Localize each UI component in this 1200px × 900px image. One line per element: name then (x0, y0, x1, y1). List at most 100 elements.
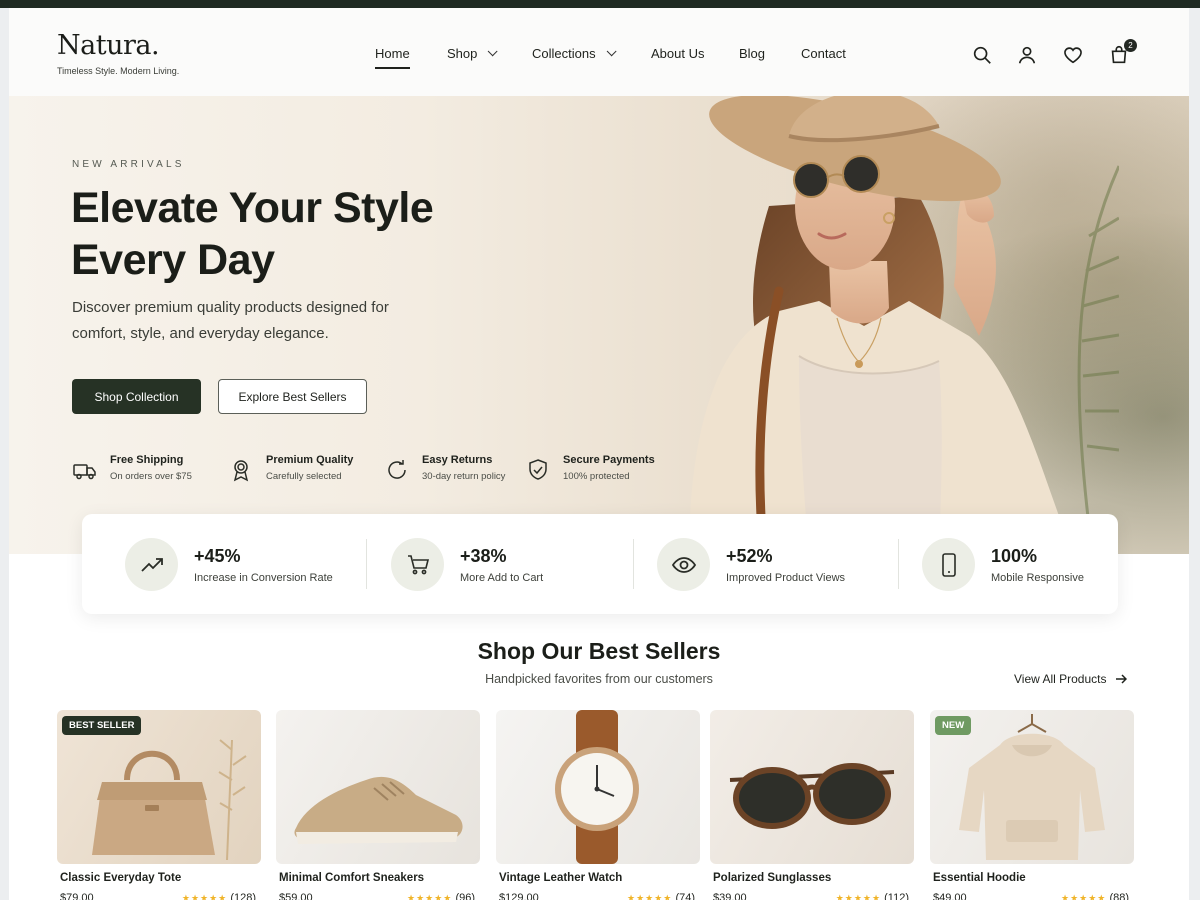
hero-title: Elevate Your Style Every Day (71, 182, 434, 286)
nav-home-label: Home (375, 46, 410, 61)
hero-title-line1: Elevate Your Style (71, 184, 434, 232)
feature-title: Premium Quality (266, 454, 354, 466)
stat-icon-wrap (922, 538, 975, 591)
product-meta: $49.00 ★★★★★ (88) (933, 892, 1129, 900)
feature-title: Free Shipping (110, 454, 184, 466)
product-image[interactable] (276, 710, 480, 864)
product-meta: $79.00 ★★★★★ (128) (60, 892, 256, 900)
trending-up-icon (140, 557, 163, 572)
nav-collections[interactable]: Collections (532, 46, 617, 61)
hero-banner: NEW ARRIVALS Elevate Your Style Every Da… (9, 96, 1189, 554)
product-card[interactable]: Minimal Comfort Sneakers $59.00 ★★★★★ (9… (276, 710, 480, 900)
stat-icon-wrap (391, 538, 444, 591)
eye-icon (671, 556, 696, 573)
cart-count-badge: 2 (1124, 39, 1137, 52)
hero-model-image (689, 96, 1119, 554)
user-icon[interactable] (1016, 44, 1038, 66)
product-name[interactable]: Polarized Sunglasses (713, 872, 914, 884)
product-price: $49.00 (933, 892, 967, 900)
stat-label: Improved Product Views (726, 571, 846, 584)
nav-about[interactable]: About Us (651, 46, 704, 61)
product-price: $129.00 (499, 892, 539, 900)
stat-label: Mobile Responsive (991, 571, 1084, 584)
product-card[interactable]: BEST SELLER Classic Everyday Tote $79.00… (57, 710, 261, 900)
top-strip (0, 0, 1200, 8)
cart-icon (407, 554, 429, 574)
sneaker-image (294, 776, 463, 844)
nav-blog[interactable]: Blog (739, 46, 765, 61)
rating-stars-icon: ★★★★★ (181, 893, 228, 900)
feature-title: Secure Payments (563, 454, 655, 466)
cart-icon[interactable]: 2 (1108, 39, 1137, 66)
logo[interactable]: Natura. (57, 30, 160, 61)
shop-collection-button[interactable]: Shop Collection (72, 379, 201, 414)
stat-value: +45% (194, 545, 241, 566)
rating-stars-icon: ★★★★★ (407, 893, 453, 900)
feature-subtitle: 100% protected (563, 471, 630, 482)
product-image[interactable] (710, 710, 914, 864)
stat-icon-wrap (657, 538, 710, 591)
nav-about-label: About Us (651, 46, 705, 61)
sunglasses-image (729, 763, 895, 829)
stat-value: +38% (460, 545, 507, 566)
feature-easy-returns: Easy Returns 30-day return policy (384, 454, 505, 483)
view-all-products-link[interactable]: View All Products (1014, 672, 1127, 686)
stat-divider (366, 539, 367, 589)
stat-divider (898, 539, 899, 589)
stat-label: More Add to Cart (460, 571, 544, 584)
stats-bar: +45% Increase in Conversion Rate +38% Mo… (82, 514, 1118, 614)
rating-stars-icon: ★★★★★ (627, 893, 673, 900)
feature-subtitle: 30-day return policy (422, 471, 506, 482)
product-card[interactable]: Vintage Leather Watch $129.00 ★★★★★ (74) (496, 710, 700, 900)
nav-home[interactable]: Home (375, 46, 410, 69)
product-image[interactable] (496, 710, 700, 864)
stat-icon-wrap (125, 538, 178, 591)
page-frame: Natura. Timeless Style. Modern Living. H… (9, 8, 1189, 900)
stat-label: Increase in Conversion Rate (194, 571, 333, 584)
tagline: Timeless Style. Modern Living. (57, 66, 180, 76)
feature-title: Easy Returns (422, 454, 493, 466)
truck-icon (73, 464, 96, 480)
shield-check-icon (529, 459, 547, 480)
product-image[interactable]: BEST SELLER (57, 710, 261, 864)
view-all-label: View All Products (1014, 672, 1107, 686)
nav-shop-label: Shop (447, 46, 478, 61)
section-subtitle: Handpicked favorites from our customers (485, 672, 713, 686)
rating-stars-icon: ★★★★★ (1061, 893, 1107, 900)
product-meta: $39.00 ★★★★★ (112) (713, 892, 909, 900)
stat-add-to-cart: +38% More Add to Cart (391, 538, 543, 591)
product-card[interactable]: Polarized Sunglasses $39.00 ★★★★★ (112) (710, 710, 914, 900)
product-image[interactable]: NEW (930, 710, 1134, 864)
product-price: $79.00 (60, 892, 94, 900)
stat-value: +52% (726, 545, 773, 566)
hero-subtitle-line2: comfort, style, and everyday elegance. (72, 325, 329, 342)
arrow-right-icon (1115, 674, 1127, 684)
product-name[interactable]: Essential Hoodie (933, 872, 1134, 884)
stat-divider (633, 539, 634, 589)
product-name[interactable]: Vintage Leather Watch (499, 872, 700, 884)
nav-shop[interactable]: Shop (447, 46, 498, 61)
section-title: Shop Our Best Sellers (477, 638, 721, 664)
product-name[interactable]: Minimal Comfort Sneakers (279, 872, 480, 884)
product-card[interactable]: NEW Essential Hoodie $49.00 ★★★★★ (88) (930, 710, 1134, 900)
site-header: Natura. Timeless Style. Modern Living. H… (9, 8, 1189, 96)
best-seller-badge: BEST SELLER (62, 716, 142, 735)
review-count: (128) (230, 892, 256, 900)
stat-mobile: 100% Mobile Responsive (922, 538, 1084, 591)
feature-secure-payments: Secure Payments 100% protected (525, 454, 655, 483)
search-icon[interactable] (971, 44, 993, 66)
hero-title-line2: Every Day (71, 236, 275, 284)
nav-contact[interactable]: Contact (801, 46, 846, 61)
hero-subtitle-line1: Discover premium quality products design… (72, 299, 389, 316)
heart-icon[interactable] (1062, 44, 1084, 66)
product-meta: $59.00 ★★★★★ (96) (279, 892, 475, 900)
stat-product-views: +52% Improved Product Views (657, 538, 845, 591)
explore-best-sellers-button[interactable]: Explore Best Sellers (218, 379, 367, 414)
nav-blog-label: Blog (739, 46, 766, 61)
smartphone-icon (941, 552, 956, 577)
product-name[interactable]: Classic Everyday Tote (60, 872, 261, 884)
chevron-down-icon (488, 46, 498, 57)
stat-conversion: +45% Increase in Conversion Rate (125, 538, 333, 591)
review-count: (88) (1109, 892, 1129, 900)
product-meta: $129.00 ★★★★★ (74) (499, 892, 695, 900)
